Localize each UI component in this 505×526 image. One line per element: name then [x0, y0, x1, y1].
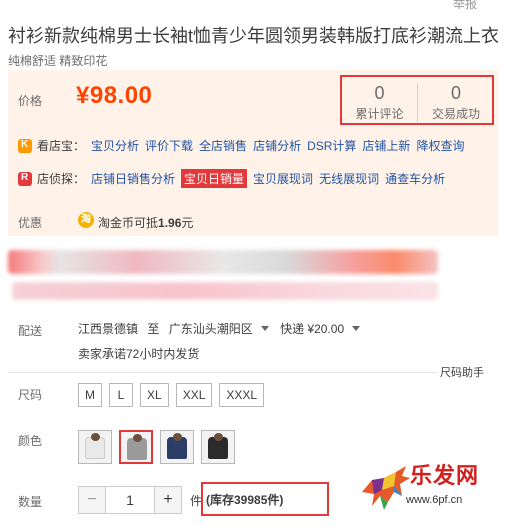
deals-stat[interactable]: 0 交易成功 [418, 83, 494, 122]
promo-label: 优惠 [18, 216, 43, 230]
size-option-m[interactable]: M [78, 383, 102, 407]
size-label: 尺码 [18, 388, 43, 402]
tool-link-mobile-keywords[interactable]: 无线展现词 [319, 170, 379, 187]
shipping-promise: 卖家承诺72小时内发货 [78, 347, 200, 361]
color-label: 颜色 [18, 434, 43, 448]
tool-link-item-analysis[interactable]: 宝贝分析 [91, 137, 139, 154]
tool-link-ztc-analysis[interactable]: 通查车分析 [385, 170, 445, 187]
deals-label: 交易成功 [431, 107, 480, 121]
model-head [133, 434, 142, 442]
bull-logo-icon [362, 466, 410, 510]
size-option-xl[interactable]: XL [140, 383, 169, 407]
model-head [91, 433, 100, 441]
size-option-l[interactable]: L [109, 383, 133, 407]
price-label: 价格 [18, 94, 43, 108]
color-swatch-navy[interactable] [160, 430, 194, 464]
tool-link-demotion-check[interactable]: 降权查询 [416, 137, 464, 154]
size-helper-link[interactable]: 尺码助手 [440, 364, 484, 380]
tool-link-store-analysis[interactable]: 店铺分析 [253, 137, 301, 154]
blurred-line-1 [8, 250, 438, 274]
stock-count: (库存39985件) [206, 493, 284, 507]
taobao-coin-icon: 淘 [78, 212, 94, 228]
blurred-banner [8, 246, 438, 308]
watermark-url: www.6pf.cn [406, 494, 463, 506]
product-subtitle: 纯棉舒适 精致印花 [8, 54, 108, 68]
quantity-stepper: − + 件 [78, 486, 202, 514]
promo-row: 优惠 淘 淘金币可抵1.96元 [8, 206, 498, 236]
kandianbao-toolbar: 看店宝： 宝贝分析 评价下载 全店销售 店铺分析 DSR计算 店铺上新 降权查询 [18, 137, 470, 154]
dianzhentan-icon [18, 171, 32, 186]
stats-box: 0 累计评论 0 交易成功 [340, 75, 494, 125]
reviews-count: 0 [374, 83, 385, 103]
report-link[interactable]: 举报 [453, 0, 477, 12]
size-options: M L XL XXL XXXL [78, 383, 271, 407]
tool-link-review-download[interactable]: 评价下载 [145, 137, 193, 154]
color-swatch-black[interactable] [201, 430, 235, 464]
quantity-label: 数量 [18, 495, 43, 509]
kandianbao-name: 看店宝： [37, 139, 86, 153]
reviews-label: 累计评论 [355, 107, 404, 121]
watermark-text: 乐发网 [410, 463, 480, 489]
shipping-info: 江西景德镇 至 广东汕头潮阳区 快递 ¥20.00 [78, 320, 368, 337]
quantity-increase-button[interactable]: + [154, 486, 182, 514]
quantity-input[interactable] [106, 486, 154, 514]
chevron-down-icon[interactable] [352, 326, 361, 331]
deals-count: 0 [450, 83, 461, 103]
tool-link-daily-store-sales[interactable]: 店铺日销售分析 [91, 170, 175, 187]
divider [8, 372, 438, 373]
shipping-destination-select[interactable]: 广东汕头潮阳区 [169, 322, 253, 336]
quantity-decrease-button[interactable]: − [78, 486, 106, 514]
dianzhentan-name: 店侦探： [37, 172, 86, 186]
chevron-down-icon[interactable] [260, 326, 269, 331]
tool-link-new-items[interactable]: 店铺上新 [362, 137, 410, 154]
promo-text: 淘金币可抵1.96元 [98, 216, 194, 230]
shipping-to: 至 [147, 322, 160, 336]
product-title: 衬衫新款纯棉男士长袖t恤青少年圆领男装韩版打底衫潮流上衣服 [8, 26, 498, 46]
price-value: ¥98.00 [76, 82, 153, 109]
model-head [214, 433, 223, 441]
model-head [173, 433, 182, 441]
tool-link-item-keywords[interactable]: 宝贝展现词 [253, 170, 313, 187]
shipping-origin: 江西景德镇 [78, 322, 139, 336]
shipping-label: 配送 [18, 324, 43, 338]
kandianbao-icon [18, 138, 32, 153]
size-option-xxl[interactable]: XXL [175, 383, 213, 407]
dianzhentan-toolbar: 店侦探： 店铺日销售分析 宝贝日销量 宝贝展现词 无线展现词 通查车分析 [18, 169, 451, 188]
color-options [78, 430, 242, 464]
shipping-method-select[interactable]: 快递 ¥20.00 [280, 322, 344, 336]
tool-link-dsr-calc[interactable]: DSR计算 [307, 137, 356, 154]
tool-link-daily-item-sales[interactable]: 宝贝日销量 [181, 169, 248, 188]
color-swatch-gray[interactable] [119, 430, 153, 464]
color-swatch-white[interactable] [78, 430, 112, 464]
reviews-stat[interactable]: 0 累计评论 [342, 83, 418, 122]
tool-link-store-sales[interactable]: 全店销售 [199, 137, 247, 154]
blurred-line-2 [12, 282, 438, 300]
size-option-xxxl[interactable]: XXXL [219, 383, 265, 407]
